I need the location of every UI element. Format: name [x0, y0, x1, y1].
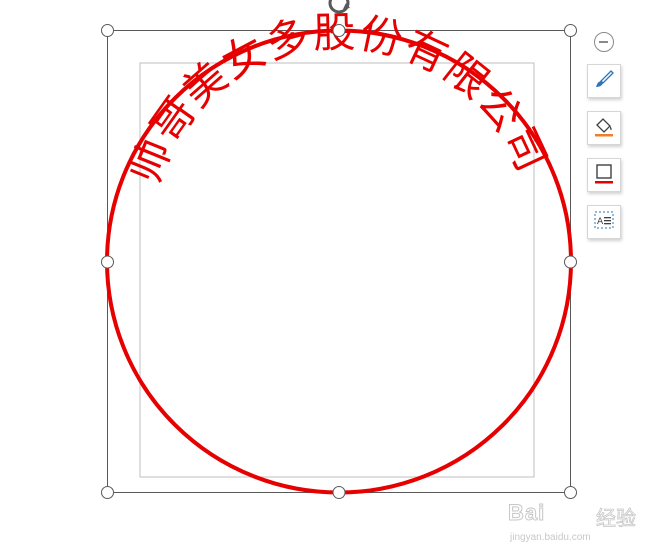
resize-handle-left[interactable]: [101, 255, 114, 269]
shape-outline-button[interactable]: [587, 158, 621, 192]
resize-handle-bottom-left[interactable]: [101, 486, 114, 499]
resize-handle-bottom-right[interactable]: [564, 486, 577, 499]
minus-circle-icon[interactable]: [594, 32, 614, 52]
resize-handle-top-left[interactable]: [101, 24, 114, 37]
layout-options-button[interactable]: A: [587, 205, 621, 239]
brush-style-icon: [593, 68, 615, 94]
seal-drawing: 帅哥美女多股份有限公司: [101, 0, 577, 499]
text-wrap-icon: A: [593, 209, 615, 235]
document-canvas: 帅哥美女多股份有限公司: [0, 0, 663, 558]
resize-handle-top-right[interactable]: [564, 24, 577, 37]
resize-handle-bottom[interactable]: [332, 486, 346, 499]
resize-handle-right[interactable]: [564, 255, 577, 269]
shape-fill-button[interactable]: [587, 111, 621, 145]
resize-handle-top[interactable]: [332, 24, 346, 37]
shape-style-button[interactable]: [587, 64, 621, 98]
outline-icon: [593, 162, 615, 188]
fill-bucket-icon: [593, 115, 615, 141]
svg-text:A: A: [597, 217, 604, 227]
